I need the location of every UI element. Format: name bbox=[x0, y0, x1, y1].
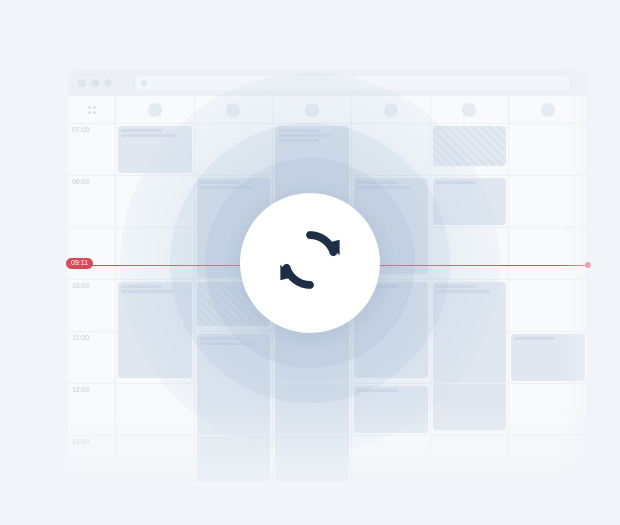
calendar-cell[interactable] bbox=[116, 436, 195, 488]
time-label: 11:00 bbox=[68, 332, 116, 384]
time-label: 07:00 bbox=[68, 124, 116, 176]
calendar-cell[interactable] bbox=[352, 436, 431, 488]
calendar-cell[interactable] bbox=[195, 384, 274, 436]
event-block[interactable] bbox=[511, 334, 585, 381]
day-header[interactable] bbox=[431, 96, 510, 124]
calendar-cell[interactable] bbox=[509, 436, 588, 488]
calendar-cell[interactable] bbox=[116, 124, 195, 176]
calendar-cell[interactable] bbox=[431, 228, 510, 280]
calendar-cell[interactable] bbox=[352, 124, 431, 176]
calendar-cell[interactable] bbox=[352, 384, 431, 436]
traffic-max[interactable] bbox=[104, 79, 112, 87]
calendar-cell[interactable] bbox=[431, 436, 510, 488]
calendar-settings-cell[interactable] bbox=[68, 96, 116, 124]
calendar-cell[interactable] bbox=[431, 124, 510, 176]
calendar-cell[interactable] bbox=[509, 176, 588, 228]
calendar-cell[interactable] bbox=[116, 176, 195, 228]
day-header[interactable] bbox=[195, 96, 274, 124]
sync-icon bbox=[271, 221, 349, 304]
calendar-cell[interactable] bbox=[116, 228, 195, 280]
calendar-cell[interactable] bbox=[352, 332, 431, 384]
day-header[interactable] bbox=[352, 96, 431, 124]
time-label bbox=[68, 228, 116, 280]
calendar-cell[interactable] bbox=[273, 436, 352, 488]
calendar-cell[interactable] bbox=[431, 176, 510, 228]
time-label: 10:00 bbox=[68, 280, 116, 332]
day-header[interactable] bbox=[116, 96, 195, 124]
time-label: 13:00 bbox=[68, 436, 116, 488]
current-time-badge: 09:11 bbox=[66, 258, 93, 269]
event-block[interactable] bbox=[433, 126, 507, 166]
time-label: 08:00 bbox=[68, 176, 116, 228]
calendar-cell[interactable] bbox=[509, 124, 588, 176]
day-header[interactable] bbox=[509, 96, 588, 124]
settings-icon bbox=[86, 104, 98, 116]
calendar-cell[interactable] bbox=[273, 384, 352, 436]
calendar-cell[interactable] bbox=[431, 384, 510, 436]
calendar-cell[interactable] bbox=[509, 332, 588, 384]
sync-badge bbox=[240, 193, 380, 333]
current-time-dot bbox=[585, 262, 591, 268]
time-label: 12:00 bbox=[68, 384, 116, 436]
calendar-cell[interactable] bbox=[509, 280, 588, 332]
calendar-cell[interactable] bbox=[195, 124, 274, 176]
calendar-cell[interactable] bbox=[431, 280, 510, 332]
calendar-cell[interactable] bbox=[195, 436, 274, 488]
calendar-cell[interactable] bbox=[116, 384, 195, 436]
calendar-cell[interactable] bbox=[195, 332, 274, 384]
traffic-min[interactable] bbox=[91, 79, 99, 87]
calendar-cell[interactable] bbox=[273, 124, 352, 176]
calendar-cell[interactable] bbox=[116, 280, 195, 332]
calendar-cell[interactable] bbox=[116, 332, 195, 384]
calendar-cell[interactable] bbox=[431, 332, 510, 384]
event-block[interactable] bbox=[354, 386, 428, 433]
event-block[interactable] bbox=[118, 126, 192, 173]
calendar-cell[interactable] bbox=[509, 228, 588, 280]
event-block[interactable] bbox=[433, 178, 507, 225]
day-header[interactable] bbox=[273, 96, 352, 124]
calendar-cell[interactable] bbox=[273, 332, 352, 384]
traffic-close[interactable] bbox=[78, 79, 86, 87]
calendar-cell[interactable] bbox=[509, 384, 588, 436]
titlebar bbox=[68, 70, 588, 96]
address-bar[interactable] bbox=[135, 76, 570, 90]
